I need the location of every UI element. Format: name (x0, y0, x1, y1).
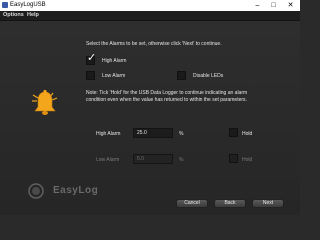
hold-note-line1: Note: Tick 'Hold' for the USB Data Logge… (86, 90, 248, 96)
menu-help[interactable]: Help (27, 12, 39, 19)
high-alarm-checkbox[interactable]: ✓ (86, 52, 97, 65)
minimize-button[interactable]: – (250, 0, 265, 11)
low-alarm-value-input: 5.0 (133, 154, 173, 164)
high-alarm-checkbox-label: High Alarm (102, 58, 127, 64)
low-alarm-unit: % (179, 157, 184, 163)
checkmark-icon: ✓ (87, 52, 97, 64)
high-alarm-hold-label: Hold (242, 131, 253, 137)
next-button[interactable]: Next (252, 199, 284, 208)
cancel-button[interactable]: Cancel (176, 199, 208, 208)
disable-leds-label: Disable LEDs (193, 73, 224, 79)
easylog-window: EasyLogUSB – □ ✕ Options Help Select the… (0, 0, 300, 215)
low-alarm-checkbox-label: Low Alarm (102, 73, 126, 79)
select-alarms-instruction: Select the Alarms to be set, otherwise c… (86, 41, 222, 47)
menu-bar: Options Help (0, 11, 300, 21)
maximize-button[interactable]: □ (266, 0, 281, 11)
low-alarm-hold-checkbox (229, 154, 238, 163)
app-icon (2, 2, 8, 8)
hold-note-line2: condition even when the value has return… (86, 97, 247, 103)
title-bar: EasyLogUSB – □ ✕ (0, 0, 300, 11)
high-alarm-hold-checkbox[interactable] (229, 128, 238, 137)
bell-icon (32, 89, 58, 115)
low-alarm-threshold-label: Low Alarm (96, 157, 120, 163)
low-alarm-hold-label: Hold (242, 157, 253, 163)
high-alarm-unit: % (179, 131, 184, 137)
disable-leds-checkbox[interactable] (177, 71, 186, 80)
back-button[interactable]: Back (214, 199, 246, 208)
low-alarm-checkbox[interactable] (86, 71, 95, 80)
menu-options[interactable]: Options (3, 12, 24, 19)
close-button[interactable]: ✕ (283, 0, 298, 11)
high-alarm-threshold-label: High Alarm (96, 131, 121, 137)
high-alarm-value-input[interactable]: 25.0 (133, 128, 173, 138)
window-title: EasyLogUSB (10, 2, 46, 8)
easylog-logo-text: EasyLog (53, 185, 99, 196)
